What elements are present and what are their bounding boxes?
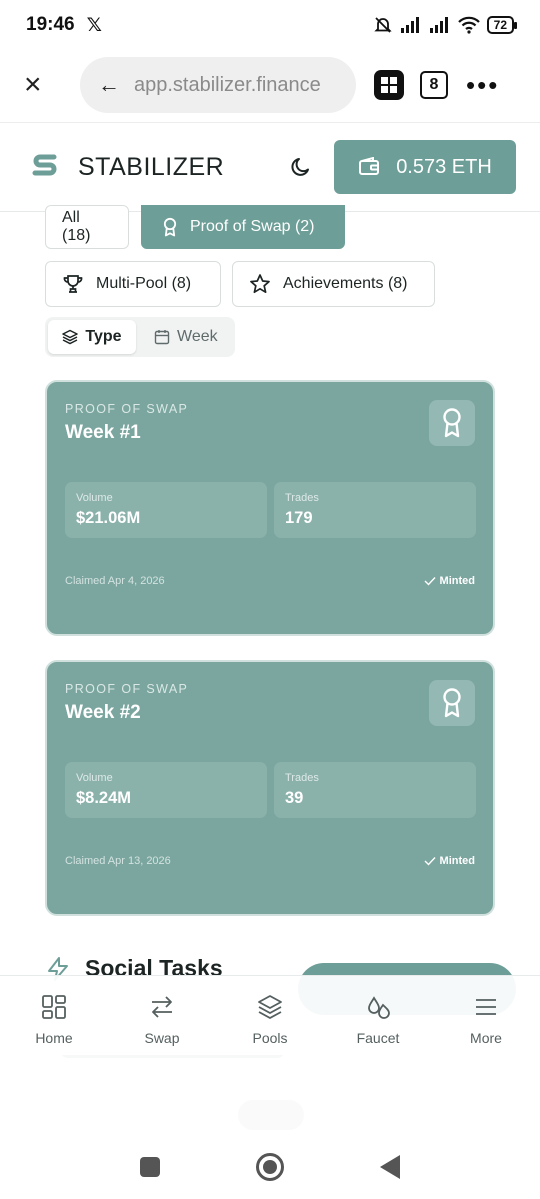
wifi-icon [457, 16, 480, 34]
system-navigation [0, 1135, 540, 1199]
wallet-balance: 0.573 ETH [396, 155, 492, 178]
wallet-button[interactable]: 0.573 ETH [334, 140, 516, 194]
trades-label: Trades [285, 772, 319, 784]
filter-proof-of-swap[interactable]: Proof of Swap (2) [141, 205, 345, 249]
group-by-toggle: Type Week [45, 317, 235, 357]
trophy-icon [63, 275, 83, 293]
url-text[interactable]: app.stabilizer.finance [134, 74, 321, 97]
volume-label: Volume [76, 772, 113, 784]
brand-name: STABILIZER [78, 152, 225, 181]
more-vert-icon[interactable]: ••• [466, 72, 499, 98]
filter-all-label: All (18) [62, 209, 91, 244]
award-badge-icon [429, 680, 475, 726]
filter-achievements[interactable]: Achievements (8) [232, 261, 435, 307]
minted-status: Minted [424, 855, 475, 867]
minted-label: Minted [439, 855, 475, 867]
volume-value: $8.24M [76, 789, 132, 807]
back-arrow-icon[interactable]: ← [98, 72, 120, 98]
back-icon[interactable] [380, 1155, 400, 1179]
signal-icon-2 [429, 17, 448, 33]
minted-label: Minted [439, 575, 475, 587]
droplets-icon [368, 996, 390, 1019]
claimed-date: Claimed Apr 13, 2026 [65, 855, 171, 867]
volume-label: Volume [76, 492, 113, 504]
card-title: Week #1 [65, 422, 141, 443]
card-category: PROOF OF SWAP [65, 682, 189, 696]
menu-icon [476, 999, 496, 1015]
swap-arrows-icon [152, 996, 172, 1018]
filter-multi-pool[interactable]: Multi-Pool (8) [45, 261, 221, 307]
app-header: STABILIZER 0.573 ETH [0, 122, 540, 212]
nav-more[interactable]: More [432, 976, 540, 1055]
nav-home-label: Home [35, 1030, 73, 1046]
layers-icon [258, 995, 282, 1020]
volume-stat: Volume $8.24M [65, 762, 267, 818]
volume-stat: Volume $21.06M [65, 482, 267, 538]
award-icon [163, 217, 177, 237]
stabilizer-logo-icon [32, 154, 57, 176]
moon-icon[interactable] [288, 154, 314, 180]
nav-more-label: More [470, 1030, 502, 1046]
status-time: 19:46 [26, 14, 75, 35]
group-by-week-label: Week [177, 328, 218, 345]
check-icon [424, 857, 436, 866]
group-by-week[interactable]: Week [136, 320, 230, 354]
battery-icon: 72 [486, 16, 518, 34]
nav-swap-label: Swap [144, 1030, 180, 1046]
tab-count-button[interactable]: 8 [420, 71, 448, 99]
close-icon[interactable]: × [24, 70, 80, 100]
award-badge-icon [429, 400, 475, 446]
nav-pools[interactable]: Pools [216, 976, 324, 1055]
nav-faucet-label: Faucet [356, 1030, 400, 1046]
claimed-date: Claimed Apr 4, 2026 [65, 575, 165, 587]
status-icons: 72 [373, 15, 518, 35]
card-title: Week #2 [65, 702, 141, 723]
trades-value: 39 [285, 789, 304, 807]
nav-swap[interactable]: Swap [108, 976, 216, 1055]
grid-icon [42, 995, 66, 1019]
minted-status: Minted [424, 575, 475, 587]
filter-multi-pool-label: Multi-Pool (8) [96, 275, 192, 292]
nft-card[interactable]: PROOF OF SWAP Week #1 Volume $21.06M Tra… [45, 380, 495, 636]
home-icon[interactable] [256, 1153, 284, 1181]
group-by-type[interactable]: Type [48, 320, 136, 354]
group-by-type-label: Type [85, 328, 122, 345]
trades-stat: Trades 179 [274, 482, 476, 538]
bottom-navigation: Home Swap Pools Faucet More [0, 975, 540, 1055]
trades-value: 179 [285, 509, 313, 527]
calendar-icon [154, 330, 170, 345]
layers-icon [62, 329, 79, 345]
extension-icon[interactable] [374, 70, 404, 100]
nav-pools-label: Pools [252, 1030, 288, 1046]
filter-proof-of-swap-label: Proof of Swap (2) [190, 218, 315, 235]
card-category: PROOF OF SWAP [65, 402, 189, 416]
volume-value: $21.06M [76, 509, 141, 527]
address-bar[interactable]: ← app.stabilizer.finance [80, 57, 356, 113]
trades-stat: Trades 39 [274, 762, 476, 818]
x-logo-icon: 𝕏 [86, 14, 102, 36]
mute-bell-icon [373, 17, 392, 33]
status-bar: 19:46 𝕏 72 [0, 0, 540, 50]
wallet-icon [359, 157, 380, 175]
nav-home[interactable]: Home [0, 976, 108, 1055]
filter-achievements-label: Achievements (8) [283, 275, 408, 292]
covered-pill [238, 1100, 304, 1130]
browser-toolbar: × ← app.stabilizer.finance 8 ••• [0, 50, 540, 120]
nav-faucet[interactable]: Faucet [324, 976, 432, 1055]
recent-apps-icon[interactable] [140, 1157, 160, 1177]
check-icon [424, 577, 436, 586]
nft-card[interactable]: PROOF OF SWAP Week #2 Volume $8.24M Trad… [45, 660, 495, 916]
signal-icon [400, 17, 419, 33]
trades-label: Trades [285, 492, 319, 504]
filter-all[interactable]: All (18) [45, 205, 129, 249]
star-icon [250, 274, 270, 294]
